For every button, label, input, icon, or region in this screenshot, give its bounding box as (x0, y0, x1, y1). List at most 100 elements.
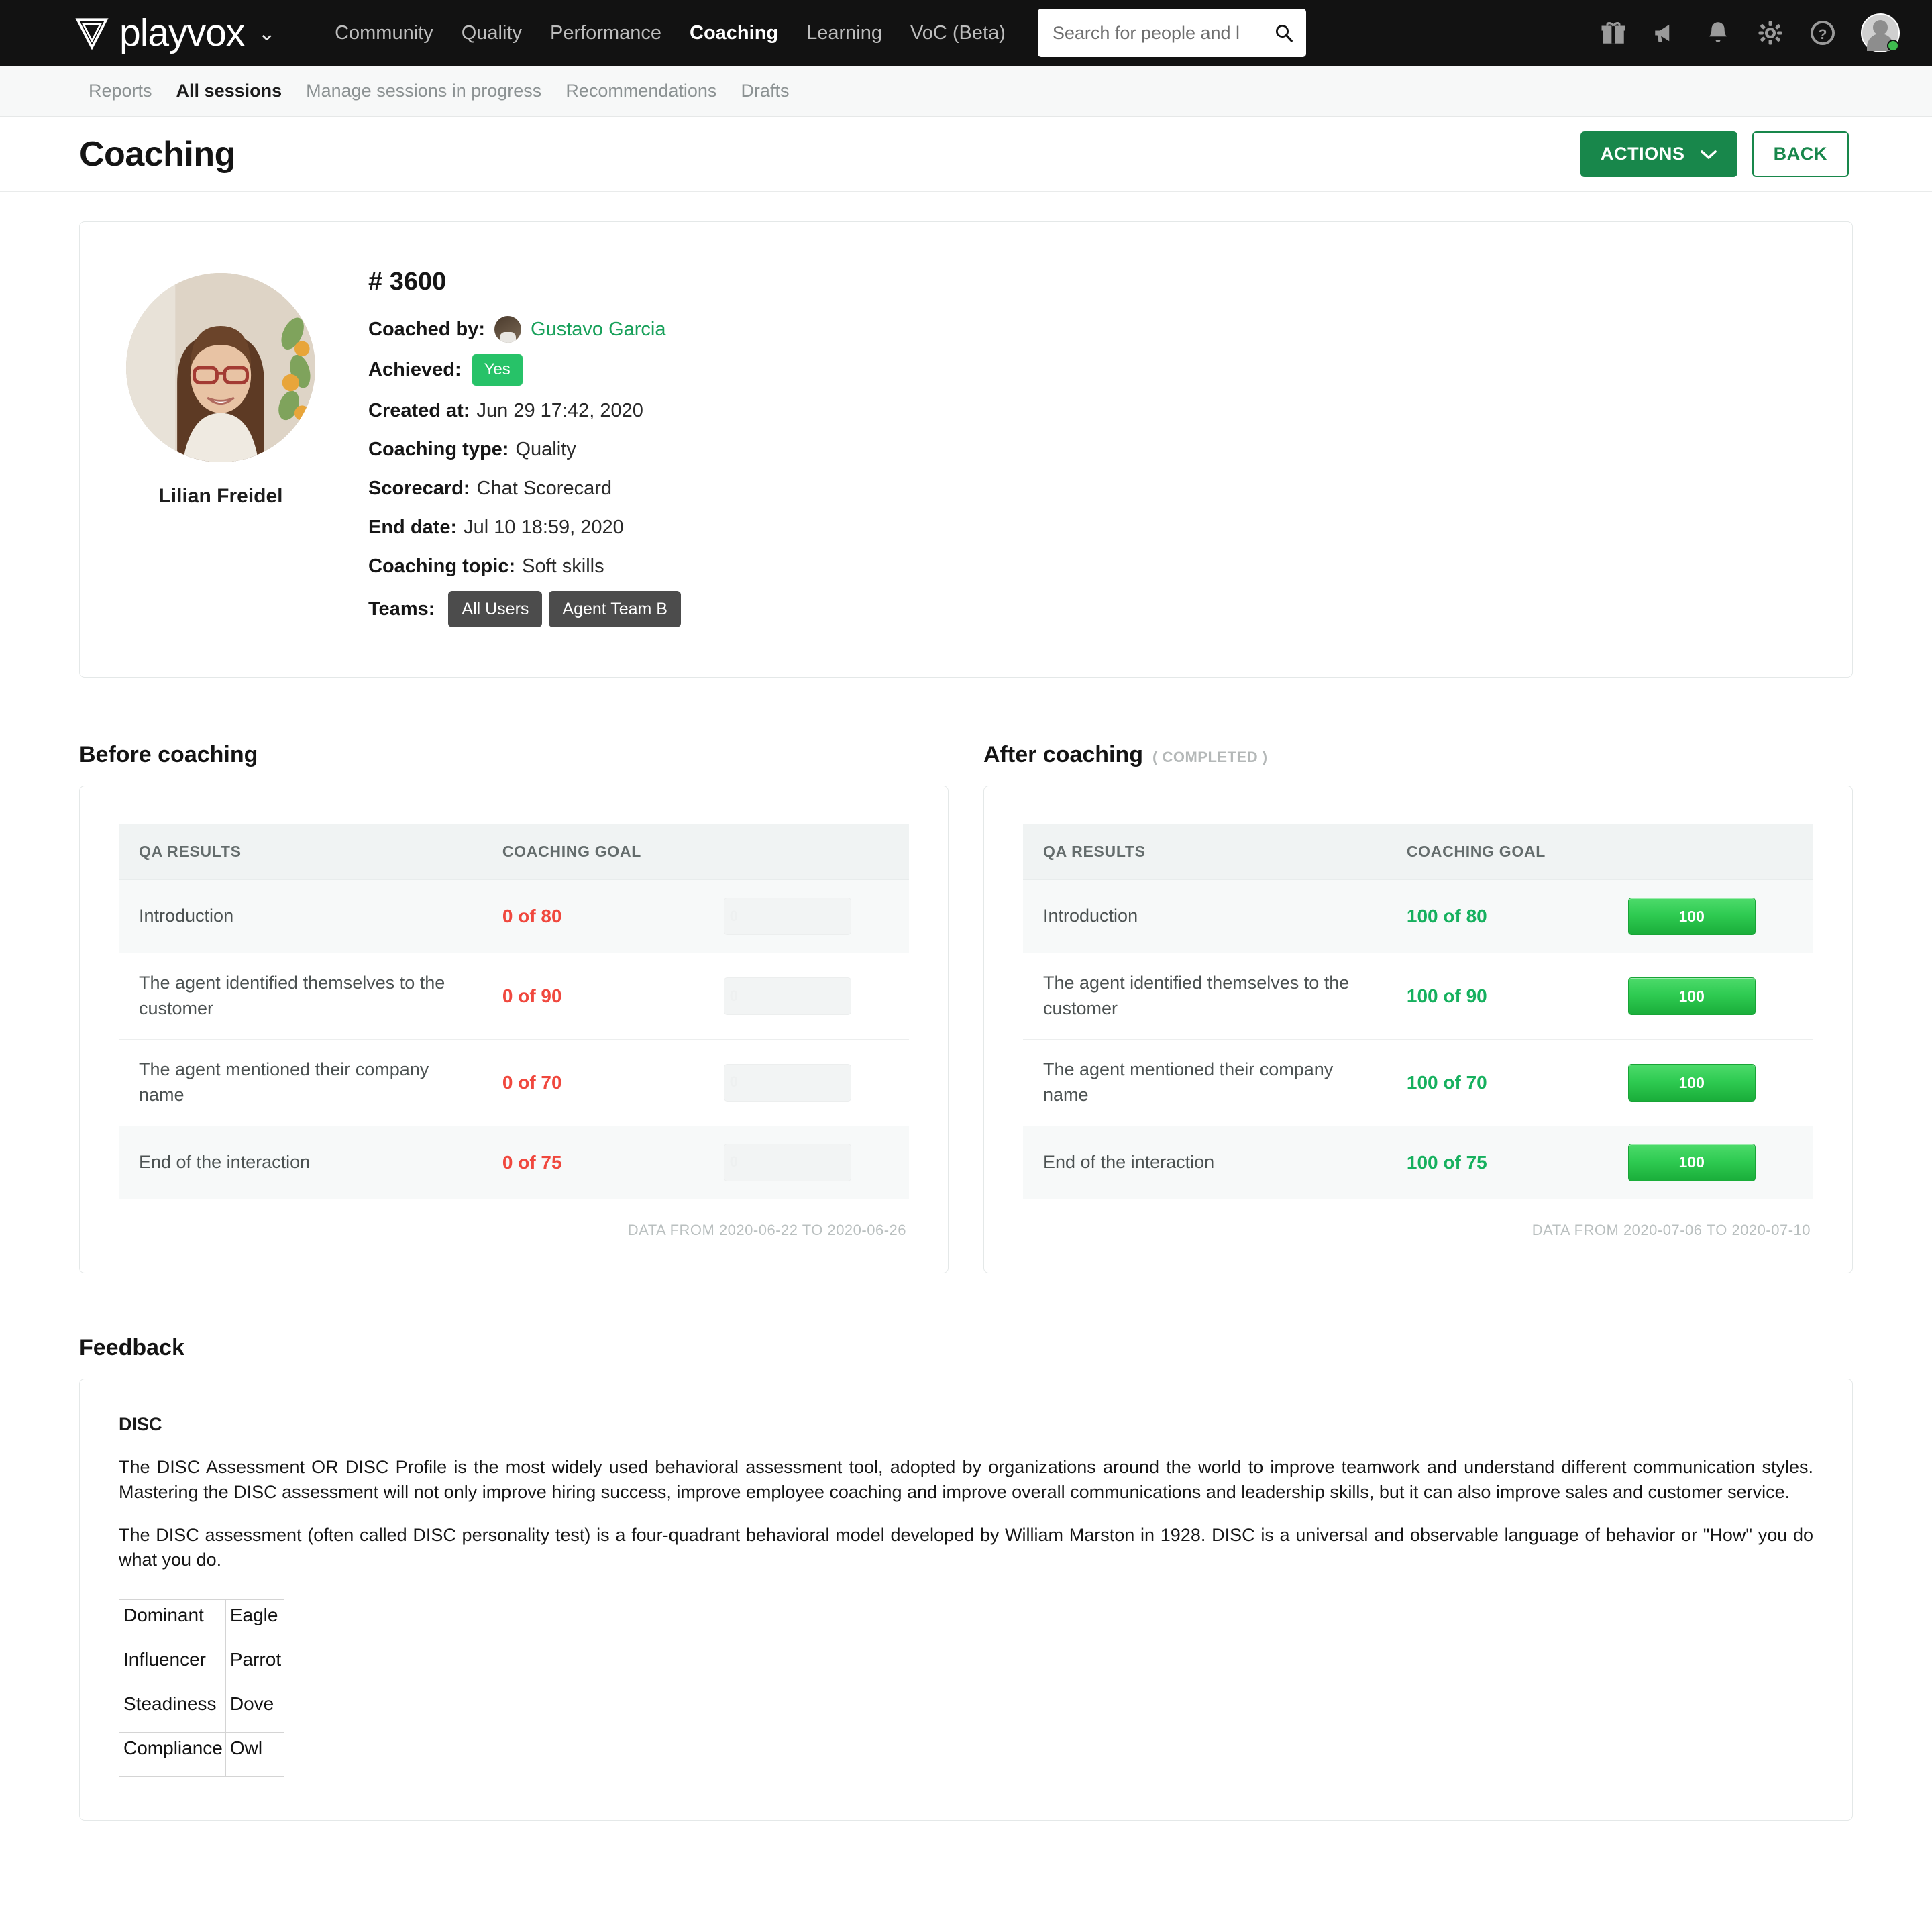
progress-bar-value: 100 (1678, 987, 1705, 1006)
before-qa-table: QA RESULTS COACHING GOAL Introduction 0 … (119, 824, 909, 1199)
coaching-type-label: Coaching type: (368, 438, 509, 460)
table-row: The agent mentioned their company name 1… (1023, 1039, 1813, 1126)
table-row: The agent identified themselves to the c… (119, 953, 909, 1040)
coaching-goal-value: 0 of 80 (502, 906, 562, 927)
avatar-head (1873, 20, 1888, 35)
qa-item-name: Introduction (119, 879, 482, 954)
disc-trait-table: Dominant Eagle Influencer Parrot Steadin… (119, 1599, 285, 1777)
end-date-value: Jul 10 18:59, 2020 (464, 516, 624, 538)
back-button[interactable]: BACK (1752, 131, 1849, 177)
chevron-down-icon (1700, 150, 1717, 159)
col-qa-results: QA RESULTS (119, 824, 482, 881)
subnav-item-drafts[interactable]: Drafts (741, 80, 789, 101)
before-coaching-heading: Before coaching (79, 742, 949, 768)
before-coaching-card: QA RESULTS COACHING GOAL Introduction 0 … (79, 786, 949, 1273)
nav-item-voc-beta[interactable]: VoC (Beta) (910, 22, 1006, 44)
agent-portrait-illustration (126, 273, 315, 462)
qa-item-name: End of the interaction (1023, 1126, 1387, 1199)
detail-coached-by: Coached by: Gustavo Garcia (368, 315, 1805, 343)
disc-bird: Dove (225, 1688, 285, 1733)
nav-item-quality[interactable]: Quality (462, 22, 522, 44)
svg-text:?: ? (1819, 27, 1827, 42)
progress-bar-value: 100 (1678, 1153, 1705, 1171)
detail-coaching-topic: Coaching topic: Soft skills (368, 552, 1805, 580)
agent-photo (126, 273, 315, 462)
table-row: End of the interaction 100 of 75 100 (1023, 1126, 1813, 1199)
created-at-label: Created at: (368, 399, 470, 421)
col-coaching-goal: COACHING GOAL (1386, 824, 1608, 881)
subnav-item-recommendations[interactable]: Recommendations (566, 80, 716, 101)
qa-item-name: End of the interaction (119, 1126, 482, 1199)
end-date-label: End date: (368, 516, 458, 538)
coaching-goal-value: 100 of 80 (1406, 906, 1487, 927)
progress-bar-value: 0 (729, 1073, 738, 1091)
table-row: The agent identified themselves to the c… (1023, 953, 1813, 1040)
page-content: Lilian Freidel # 3600 Coached by: Gustav… (0, 221, 1932, 1821)
search-box[interactable] (1037, 9, 1306, 57)
coaching-goal-value: 100 of 70 (1406, 1071, 1487, 1093)
team-badge: All Users (448, 591, 543, 628)
before-heading-label: Before coaching (79, 742, 258, 768)
before-after-section: Before coaching QA RESULTS COACHING GOAL… (79, 742, 1853, 1273)
avatar[interactable] (1861, 13, 1900, 52)
help-icon[interactable]: ? (1809, 19, 1837, 47)
coaching-topic-label: Coaching topic: (368, 555, 516, 578)
coached-by-label: Coached by: (368, 319, 486, 340)
coaching-goal-value: 0 of 75 (502, 1151, 562, 1173)
search-icon[interactable] (1274, 23, 1294, 43)
megaphone-icon[interactable] (1652, 19, 1680, 47)
online-status-dot (1887, 40, 1899, 52)
playvox-logo[interactable]: playvox ⌄ (74, 11, 276, 54)
scorecard-value: Chat Scorecard (476, 477, 612, 499)
subnav-item-reports[interactable]: Reports (89, 80, 152, 101)
brand-chevron-down-icon[interactable]: ⌄ (258, 20, 276, 46)
col-coaching-goal: COACHING GOAL (482, 824, 704, 881)
subnav-item-all-sessions[interactable]: All sessions (176, 80, 282, 101)
nav-item-coaching[interactable]: Coaching (690, 22, 778, 44)
feedback-title: DISC (119, 1413, 162, 1434)
disc-bird: Parrot (225, 1644, 285, 1689)
before-coaching-column: Before coaching QA RESULTS COACHING GOAL… (79, 742, 949, 1273)
created-at-value: Jun 29 17:42, 2020 (476, 399, 643, 421)
progress-bar-value: 100 (1678, 908, 1705, 926)
detail-teams: Teams: All Users Agent Team B (368, 591, 1805, 628)
achieved-badge: Yes (472, 354, 523, 386)
after-coaching-card: QA RESULTS COACHING GOAL Introduction 10… (983, 786, 1853, 1273)
coach-name-link[interactable]: Gustavo Garcia (531, 315, 665, 343)
qa-item-name: The agent mentioned their company name (1023, 1039, 1387, 1126)
after-status-badge: ( COMPLETED ) (1152, 749, 1268, 766)
disc-trait: Compliance (119, 1731, 226, 1777)
coaching-topic-value: Soft skills (522, 555, 604, 578)
coaching-goal-value: 0 of 90 (502, 985, 562, 1007)
page-header: Coaching ACTIONS BACK (0, 117, 1932, 192)
session-details-column: # 3600 Coached by: Gustavo Garcia Achiev… (368, 261, 1805, 638)
progress-bar-value: 0 (729, 907, 738, 924)
nav-item-community[interactable]: Community (335, 22, 433, 44)
table-header-row: QA RESULTS COACHING GOAL (119, 824, 909, 881)
after-qa-table: QA RESULTS COACHING GOAL Introduction 10… (1023, 824, 1813, 1199)
progress-bar-value: 100 (1678, 1073, 1705, 1091)
table-row: Steadiness Dove (119, 1688, 285, 1733)
before-data-range: DATA FROM 2020-06-22 TO 2020-06-26 (627, 1221, 906, 1238)
progress-bar: 100 (1627, 977, 1756, 1016)
brand-text: playvox (119, 11, 245, 54)
primary-nav: Community Quality Performance Coaching L… (335, 22, 1006, 44)
feedback-section: Feedback DISC The DISC Assessment OR DIS… (79, 1335, 1853, 1821)
gift-icon[interactable] (1599, 19, 1627, 47)
actions-button-label: ACTIONS (1600, 144, 1685, 164)
search-input[interactable] (1052, 22, 1274, 44)
col-progress (703, 824, 909, 881)
actions-button[interactable]: ACTIONS (1580, 131, 1737, 177)
progress-bar: 0 (723, 1143, 851, 1181)
agent-name: Lilian Freidel (158, 485, 283, 507)
after-data-range: DATA FROM 2020-07-06 TO 2020-07-10 (1532, 1221, 1811, 1238)
qa-item-name: The agent mentioned their company name (119, 1039, 482, 1126)
after-coaching-heading: After coaching ( COMPLETED ) (983, 742, 1853, 768)
nav-item-learning[interactable]: Learning (806, 22, 882, 44)
gear-icon[interactable] (1756, 19, 1784, 47)
disc-bird: Owl (225, 1731, 285, 1777)
nav-item-performance[interactable]: Performance (550, 22, 661, 44)
subnav-item-manage-sessions[interactable]: Manage sessions in progress (306, 80, 541, 101)
table-row: Introduction 100 of 80 100 (1023, 879, 1813, 954)
bell-icon[interactable] (1704, 19, 1732, 47)
